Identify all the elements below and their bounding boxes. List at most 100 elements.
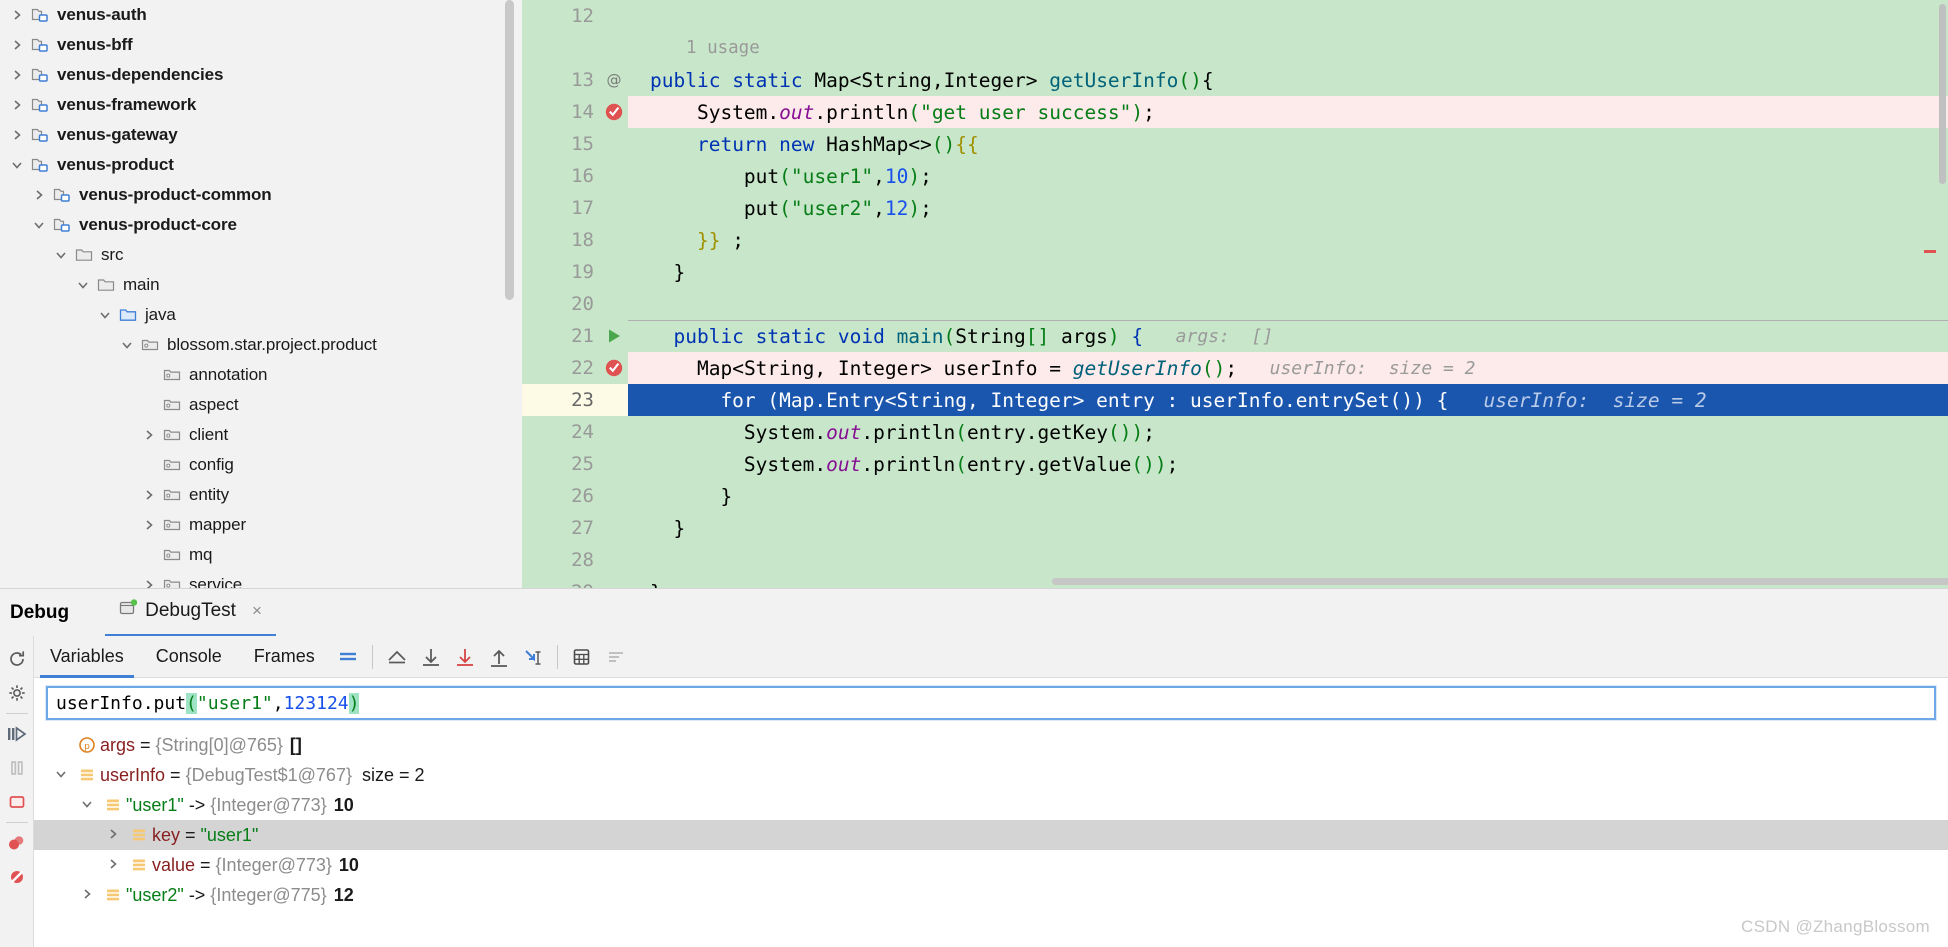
variable-row[interactable]: p args = {String[0]@765} [] [34, 730, 1948, 760]
tree-item-venus-bff[interactable]: venus-bff [0, 30, 522, 60]
tree-item-mapper[interactable]: mapper [0, 510, 522, 540]
tree-item-client[interactable]: client [0, 420, 522, 450]
tree-scrollbar[interactable] [505, 0, 514, 300]
code-line-14[interactable]: 14 System. out. println("get user success"… [522, 96, 1948, 128]
tree-item-venus-framework[interactable]: venus-framework [0, 90, 522, 120]
chevron-down-icon[interactable] [50, 248, 72, 262]
code-editor[interactable]: 12 1 usage 13 @ public static Map < String, Int… [522, 0, 1948, 588]
override-annotation-icon[interactable]: @ [600, 64, 628, 96]
tab-variables[interactable]: Variables [34, 636, 140, 678]
chevron-down-icon[interactable] [74, 795, 100, 816]
filter-icon[interactable] [599, 636, 633, 678]
variables-tree[interactable]: p args = {String[0]@765}[] userInfo = {DebugTe… [34, 724, 1948, 910]
tab-console[interactable]: Console [140, 636, 238, 678]
code-line-27[interactable]: 27 } [522, 512, 1948, 544]
chevron-right-icon[interactable] [28, 188, 50, 202]
editor-horizontal-scrollbar[interactable] [1052, 578, 1948, 585]
chevron-right-icon[interactable] [138, 428, 160, 442]
variable-row[interactable]: userInfo = {DebugTest$1@767} size = 2 [34, 760, 1948, 790]
code-line-19[interactable]: 19 } [522, 256, 1948, 288]
pause-program-icon[interactable] [2, 751, 32, 785]
tree-item-venus-product-core[interactable]: venus-product-core [0, 210, 522, 240]
chevron-right-icon[interactable] [138, 578, 160, 588]
variable-row[interactable]: value = {Integer@773} 10 [34, 850, 1948, 880]
code-line-23[interactable]: 23 for (Map.Entry<String, Integer> entry… [522, 384, 1948, 416]
chevron-down-icon[interactable] [116, 338, 138, 352]
evaluate-expression-input[interactable]: userInfo.put("user1", 123124) [46, 686, 1936, 720]
tree-item-annotation[interactable]: annotation [0, 360, 522, 390]
tree-item-label: venus-bff [57, 35, 133, 54]
code-line-24[interactable]: 24 System. out. println(entry. getKey()); [522, 416, 1948, 448]
step-out-icon[interactable] [482, 636, 516, 678]
run-gutter-icon[interactable] [600, 320, 628, 352]
stop-icon[interactable] [2, 785, 32, 819]
step-into-icon[interactable] [448, 636, 482, 678]
breakpoint-verified-icon[interactable] [600, 96, 628, 128]
breakpoint-verified-icon[interactable] [600, 352, 628, 384]
code-line-28[interactable]: 28 [522, 544, 1948, 576]
editor-vertical-scrollbar[interactable] [1939, 4, 1946, 184]
project-tree-pane[interactable]: venus-auth venus-bff venus-dependencies ven… [0, 0, 522, 588]
code-line-15[interactable]: 15 return new HashMap <>(){{ [522, 128, 1948, 160]
error-marker[interactable] [1924, 250, 1936, 253]
chevron-down-icon[interactable] [6, 158, 28, 172]
resume-program-icon[interactable] [2, 717, 32, 751]
code-line-17[interactable]: 17 put("user2", 12); [522, 192, 1948, 224]
tree-item-venus-dependencies[interactable]: venus-dependencies [0, 60, 522, 90]
chevron-right-icon[interactable] [138, 518, 160, 532]
code-line-usage[interactable]: 1 usage [522, 32, 1948, 64]
code-line-26[interactable]: 26 } [522, 480, 1948, 512]
settings-icon[interactable] [2, 676, 32, 710]
evaluate-expression-icon[interactable] [565, 636, 599, 678]
view-breakpoints-icon[interactable] [2, 826, 32, 860]
debug-session-tab[interactable]: DebugTest × [105, 589, 276, 637]
code-line-20[interactable]: 20 [522, 288, 1948, 320]
chevron-right-icon[interactable] [6, 68, 28, 82]
step-over-icon[interactable] [414, 636, 448, 678]
variable-row[interactable]: key = "user1" [34, 820, 1948, 850]
rerun-icon[interactable] [2, 642, 32, 676]
run-to-cursor-icon[interactable] [516, 636, 550, 678]
chevron-right-icon[interactable] [74, 885, 100, 906]
tree-item-java[interactable]: java [0, 300, 522, 330]
tree-item-aspect[interactable]: aspect [0, 390, 522, 420]
tree-item-entity[interactable]: entity [0, 480, 522, 510]
tree-item-blossom.star.project.product[interactable]: blossom.star.project.product [0, 330, 522, 360]
code-line-13[interactable]: 13 @ public static Map < String, Integer > get… [522, 64, 1948, 96]
chevron-right-icon[interactable] [138, 488, 160, 502]
tree-item-mq[interactable]: mq [0, 540, 522, 570]
variable-row[interactable]: "user2" -> {Integer@775} 12 [34, 880, 1948, 910]
chevron-right-icon[interactable] [100, 855, 126, 876]
tree-item-venus-product-common[interactable]: venus-product-common [0, 180, 522, 210]
tab-frames[interactable]: Frames [238, 636, 331, 678]
code-line-22[interactable]: 22 Map < String, Integer > userInfo = getUs… [522, 352, 1948, 384]
tree-item-venus-gateway[interactable]: venus-gateway [0, 120, 522, 150]
chevron-down-icon[interactable] [72, 278, 94, 292]
code-line-21[interactable]: 21 public static void main(String[] args… [522, 320, 1948, 352]
chevron-right-icon[interactable] [6, 128, 28, 142]
chevron-right-icon[interactable] [6, 8, 28, 22]
tree-item-service[interactable]: service [0, 570, 522, 588]
chevron-right-icon[interactable] [6, 98, 28, 112]
tree-item-config[interactable]: config [0, 450, 522, 480]
chevron-down-icon[interactable] [94, 308, 116, 322]
close-icon[interactable]: × [252, 601, 262, 621]
chevron-down-icon[interactable] [28, 218, 50, 232]
tree-item-src[interactable]: src [0, 240, 522, 270]
code-line-12[interactable]: 12 [522, 0, 1948, 32]
variable-row[interactable]: "user1" -> {Integer@773} 10 [34, 790, 1948, 820]
mute-breakpoints-icon[interactable] [2, 860, 32, 894]
chevron-down-icon[interactable] [48, 765, 74, 786]
chevron-right-icon[interactable] [100, 825, 126, 846]
tree-item-venus-product[interactable]: venus-product [0, 150, 522, 180]
code-text: return new HashMap <>(){{ [696, 132, 979, 156]
code-line-16[interactable]: 16 put("user1", 10); [522, 160, 1948, 192]
show-execution-point-icon[interactable] [380, 636, 414, 678]
chevron-right-icon[interactable] [6, 38, 28, 52]
code-line-25[interactable]: 25 System. out. println(entry. getValue()); [522, 448, 1948, 480]
tree-item-main[interactable]: main [0, 270, 522, 300]
line-number: 12 [522, 0, 600, 32]
tree-item-venus-auth[interactable]: venus-auth [0, 0, 522, 30]
layout-settings-icon[interactable] [331, 636, 365, 678]
code-line-18[interactable]: 18 }} ; [522, 224, 1948, 256]
